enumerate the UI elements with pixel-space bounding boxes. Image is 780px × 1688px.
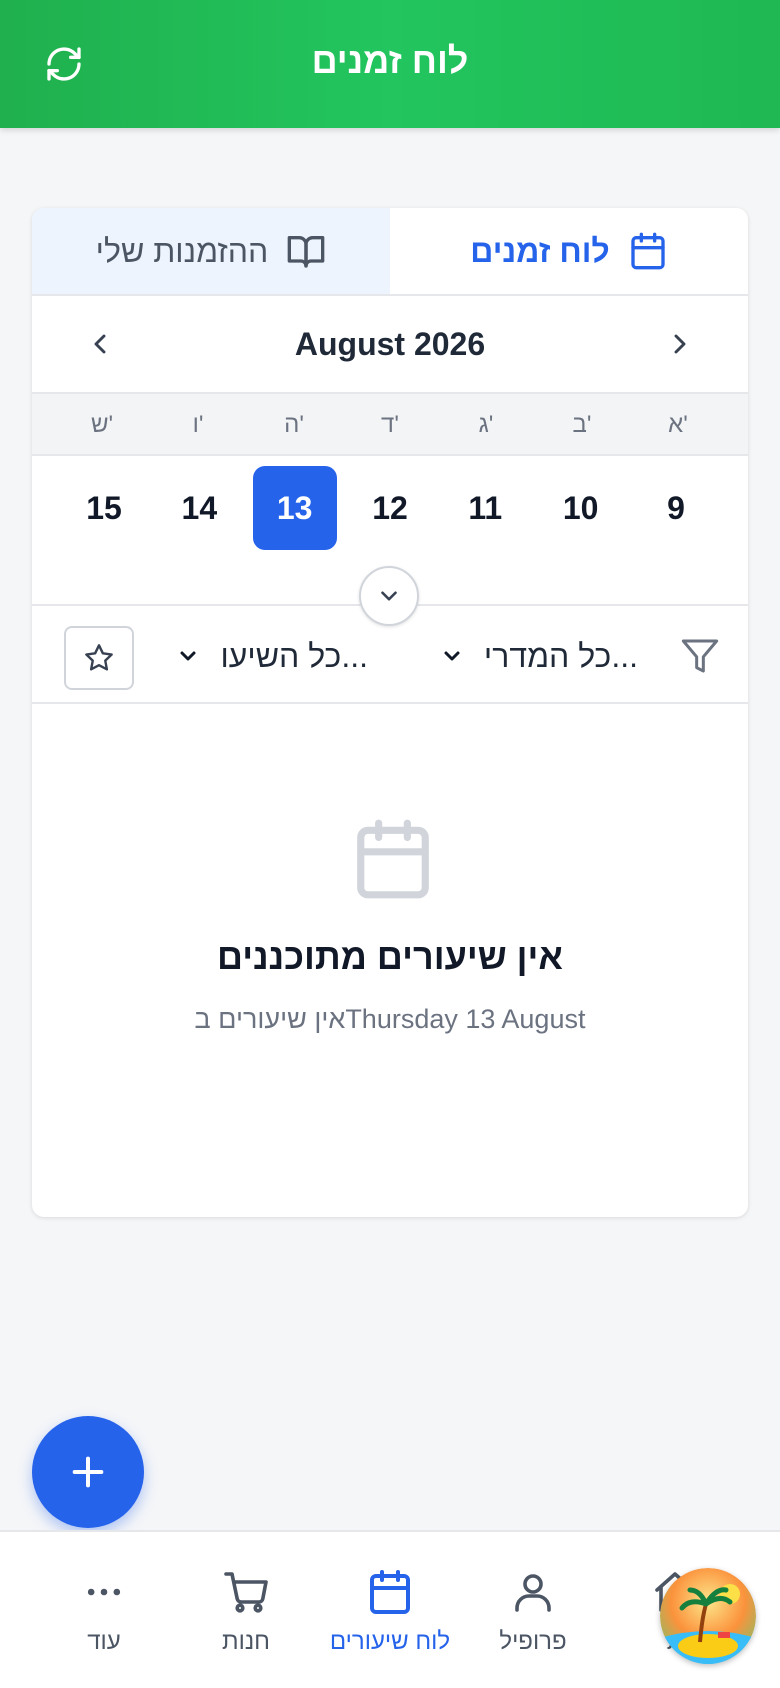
nav-item-shop[interactable]: חנות — [171, 1566, 321, 1656]
nav-item-label: עוד — [87, 1628, 121, 1655]
lesson-select[interactable]: כל השיעו... — [176, 630, 368, 682]
avatar[interactable] — [660, 1568, 756, 1664]
empty-state-title: אין שיעורים מתוכננים — [217, 936, 563, 977]
nav-item-label: לוח שיעורים — [329, 1628, 451, 1655]
nav-item-more[interactable]: עוד — [29, 1566, 179, 1656]
more-icon — [87, 1588, 121, 1596]
lesson-select-value: כל השיעו... — [220, 637, 368, 674]
nav-item-label: חנות — [222, 1628, 270, 1655]
filter-icon — [681, 639, 719, 673]
calendar-icon — [357, 819, 429, 899]
next-week-button[interactable] — [656, 320, 704, 368]
schedule-card: ההזמנות שלי לוח זמנים August 2026 א' ב' … — [32, 208, 748, 1217]
weekday-label: ב' — [572, 411, 592, 438]
day-cell-selected[interactable]: 13 — [252, 466, 337, 550]
day-cell[interactable]: 10 — [539, 466, 623, 550]
chevron-down-icon — [444, 651, 460, 661]
calendar-icon — [631, 232, 665, 270]
weekday-label: ו' — [192, 411, 204, 438]
month-label: August 2026 — [294, 326, 486, 362]
tab-my-bookings[interactable]: ההזמנות שלי — [32, 208, 390, 294]
nav-item-profile[interactable]: פרופיל — [458, 1566, 608, 1656]
weekday-label: ה' — [284, 411, 304, 438]
day-cell[interactable]: 11 — [443, 466, 527, 550]
cart-icon — [224, 1572, 268, 1613]
star-icon — [85, 644, 113, 671]
weekday-label: ד' — [381, 411, 399, 438]
nav-item-schedule[interactable]: לוח שיעורים — [315, 1566, 465, 1656]
app-header: לוח זמנים — [0, 0, 780, 128]
book-open-icon — [287, 236, 325, 268]
day-cell[interactable]: 9 — [634, 466, 718, 550]
plus-icon — [72, 1456, 104, 1488]
coach-select-value: כל המדרי... — [483, 637, 638, 674]
page-title: לוח זמנים — [311, 40, 469, 81]
weekday-label: א' — [668, 411, 688, 438]
user-icon — [515, 1574, 551, 1612]
tab-schedule[interactable]: לוח זמנים — [390, 208, 748, 294]
nav-item-label: פרופיל — [499, 1628, 567, 1655]
tab-my-bookings-label: ההזמנות שלי — [95, 232, 269, 269]
tab-schedule-label: לוח זמנים — [470, 232, 610, 269]
weekday-label: ש' — [90, 411, 114, 438]
empty-state-subtitle: אין שיעורים בThursday 13 August — [194, 1004, 586, 1034]
tab-bar: ההזמנות שלי לוח זמנים — [32, 208, 748, 296]
weekday-label: ג' — [478, 411, 494, 438]
beach-avatar-image — [660, 1568, 756, 1664]
add-button[interactable] — [32, 1416, 144, 1528]
month-navigation: August 2026 — [32, 296, 748, 394]
day-cell[interactable]: 15 — [62, 466, 146, 550]
empty-state: אין שיעורים מתוכננים אין שיעורים בThursd… — [32, 704, 748, 1217]
chevron-down-icon — [180, 651, 196, 661]
day-cell[interactable]: 14 — [157, 466, 241, 550]
coach-select[interactable]: כל המדרי... — [440, 630, 638, 682]
filter-bar: כל המדרי... כל השיעו... — [32, 606, 748, 704]
chevron-right-icon — [674, 334, 686, 354]
calendar-icon — [370, 1570, 410, 1614]
week-days-row: 9 10 11 12 13 14 15 — [32, 456, 748, 626]
day-cell[interactable]: 12 — [348, 466, 432, 550]
weekday-header: א' ב' ג' ד' ה' ו' ש' — [32, 394, 748, 456]
favorites-filter-button[interactable] — [64, 626, 134, 690]
